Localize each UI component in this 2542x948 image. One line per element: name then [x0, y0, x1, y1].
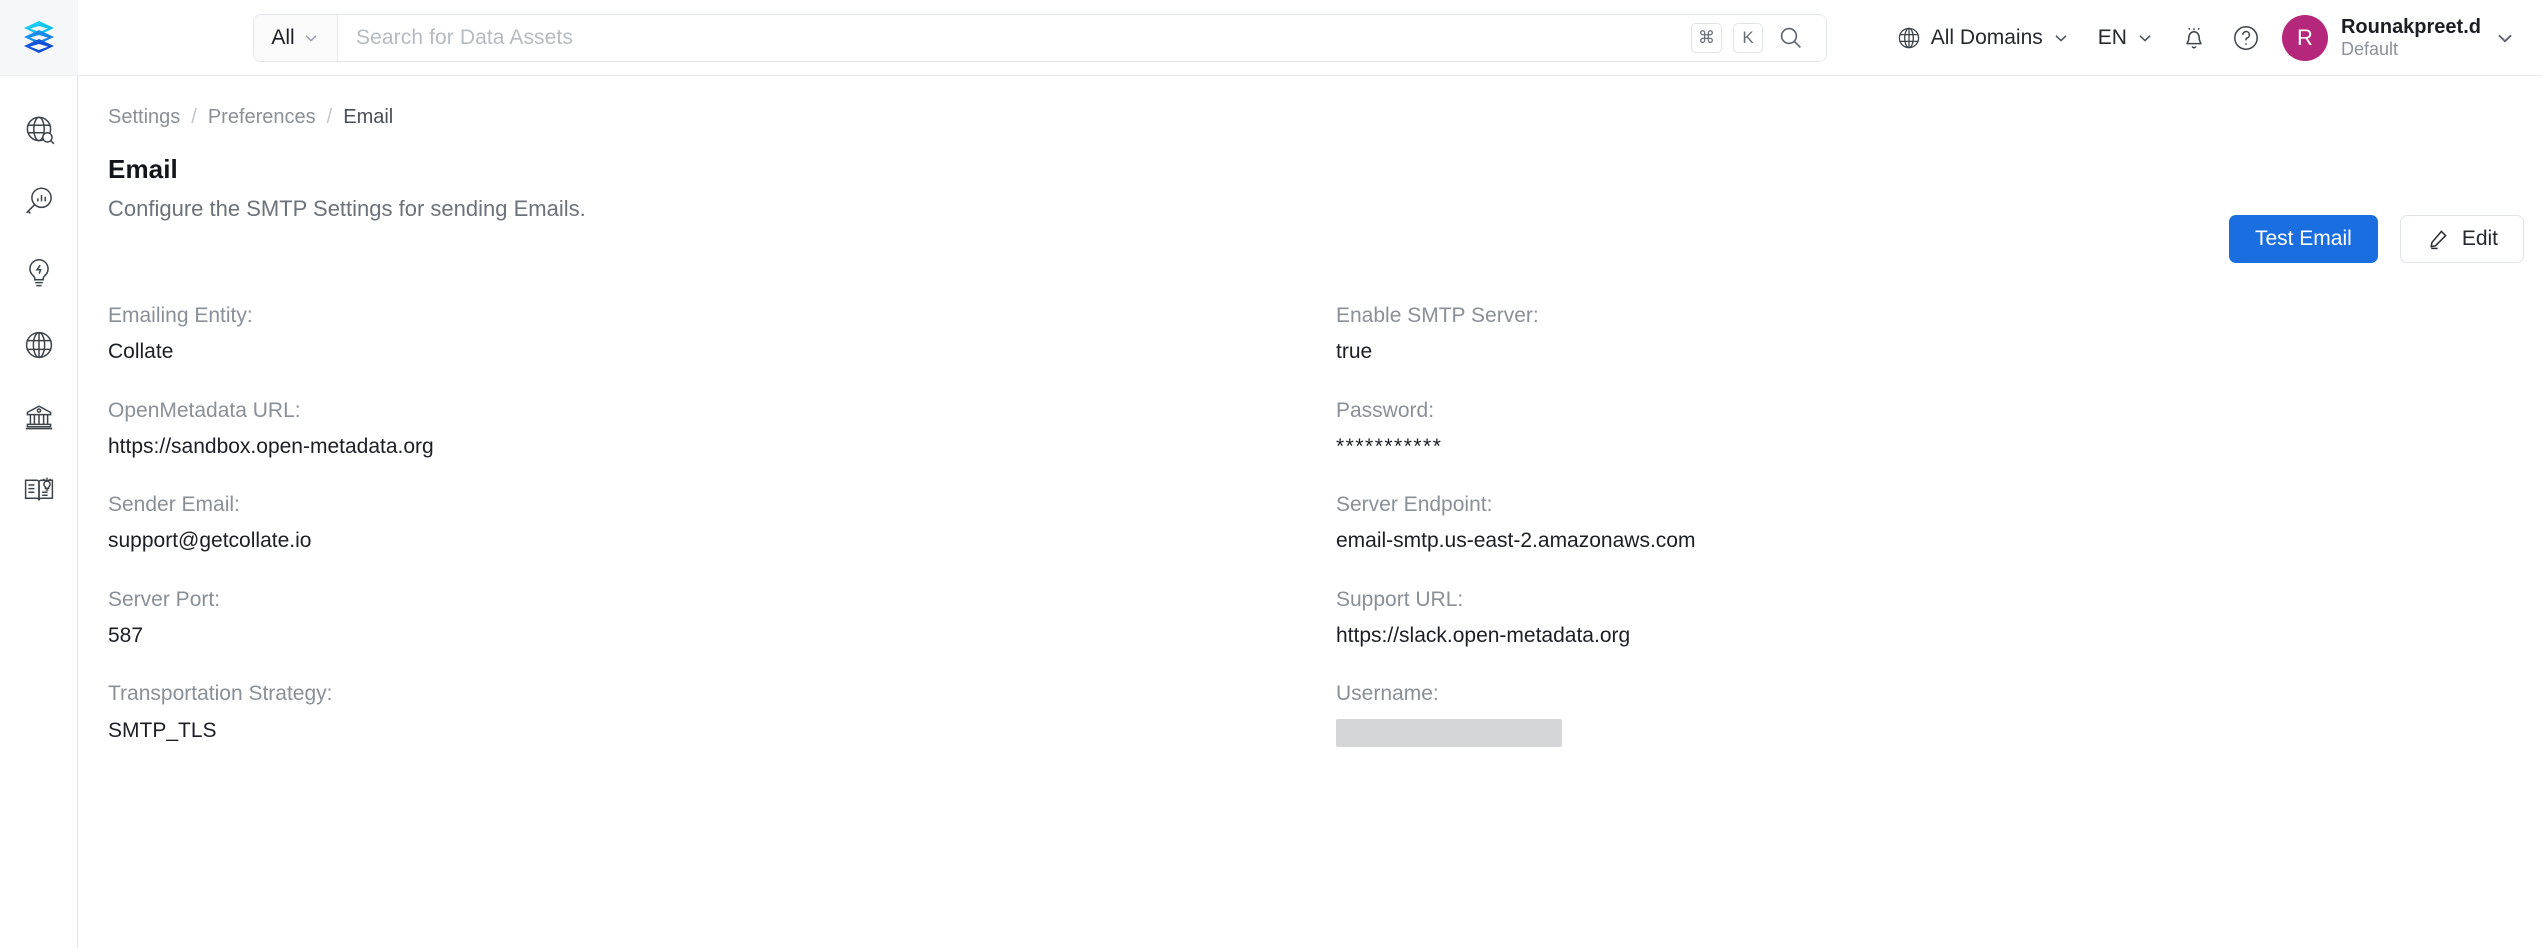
field-value: Collate: [108, 340, 174, 364]
field-value: email-smtp.us-east-2.amazonaws.com: [1336, 529, 1696, 553]
breadcrumb-separator: /: [191, 106, 197, 128]
breadcrumb-item-settings[interactable]: Settings: [108, 106, 180, 129]
search-scope-dropdown[interactable]: All: [254, 15, 338, 61]
field-value: SMTP_TLS: [108, 718, 217, 742]
field-label: Transportation Strategy:: [108, 682, 333, 706]
breadcrumb: Settings / Preferences / Email: [108, 106, 393, 129]
field-label: Password:: [1336, 398, 1435, 422]
chevron-down-icon: [2498, 34, 2512, 43]
breadcrumb-item-email: Email: [343, 106, 394, 128]
sidebar-item-knowledge-center[interactable]: [12, 462, 66, 516]
top-header: All Search for Data Assets ⌘ K All Domai…: [78, 0, 2542, 76]
field-transportation-strategy: Transportation Strategy: SMTP_TLS: [108, 680, 1336, 744]
field-value-redacted: [1336, 718, 1562, 747]
field-label: Enable SMTP Server:: [1336, 304, 1539, 327]
field-value: https://sandbox.open-metadata.org: [108, 434, 434, 458]
rail-item-list: [12, 102, 66, 516]
left-nav-rail: [0, 0, 78, 948]
field-label: Server Port:: [108, 587, 221, 611]
field-support-url: Support URL: https://slack.open-metadata…: [1336, 586, 2498, 650]
search-shortcut-group: ⌘ K: [1691, 15, 1826, 61]
edit-button-label: Edit: [2461, 227, 2498, 250]
test-email-button[interactable]: Test Email: [2228, 215, 2378, 263]
field-label: OpenMetadata URL:: [108, 398, 301, 422]
user-profile-menu[interactable]: R Rounakpreet.d Default: [2272, 9, 2524, 67]
app-root: All Search for Data Assets ⌘ K All Domai…: [0, 0, 2542, 948]
help-circle-icon: [2234, 26, 2258, 50]
field-label: Server Endpoint:: [1336, 493, 1493, 517]
search-icon[interactable]: [1774, 21, 1808, 55]
sidebar-item-explore[interactable]: [12, 102, 66, 156]
field-label: Support URL:: [1336, 587, 1464, 611]
app-logo[interactable]: [0, 0, 78, 76]
chevron-down-icon: [2139, 35, 2151, 42]
breadcrumb-item-preferences[interactable]: Preferences: [208, 106, 316, 129]
globe-search-icon: [26, 116, 54, 145]
domain-selector-label: All Domains: [1930, 26, 2043, 49]
field-server-port: Server Port: 587: [108, 586, 1336, 650]
bank-icon: [25, 405, 52, 430]
pencil-icon: [2430, 230, 2447, 250]
magnifier-chart-icon: [25, 187, 52, 214]
page-actions: Test Email Edit: [2228, 215, 2524, 263]
globe-icon: [25, 331, 52, 359]
avatar: R: [2281, 15, 2328, 61]
field-password: Password: ***********: [1336, 397, 2498, 461]
sidebar-item-insights[interactable]: [12, 174, 66, 228]
bell-icon: [2186, 27, 2202, 49]
lightbulb-bolt-icon: [28, 259, 49, 287]
search-scope-label: All: [271, 26, 295, 49]
globe-icon: [1898, 27, 1919, 49]
settings-column-right: Enable SMTP Server: true Password: *****…: [1336, 302, 2498, 778]
help-button[interactable]: [2220, 12, 2272, 64]
field-server-endpoint: Server Endpoint: email-smtp.us-east-2.am…: [1336, 491, 2498, 555]
sidebar-item-automations[interactable]: [12, 246, 66, 300]
stacked-layers-logo-icon: [23, 20, 54, 53]
search-placeholder: Search for Data Assets: [356, 26, 573, 49]
field-sender-email: Sender Email: support@getcollate.io: [108, 491, 1336, 555]
profile-persona: Default: [2340, 39, 2399, 60]
domain-selector[interactable]: All Domains: [1882, 17, 2084, 59]
chevron-down-icon: [305, 35, 317, 42]
sidebar-item-governance[interactable]: [12, 390, 66, 444]
field-emailing-entity: Emailing Entity: Collate: [108, 302, 1336, 366]
avatar-initial: R: [2297, 25, 2313, 50]
search-input[interactable]: Search for Data Assets: [338, 15, 1691, 61]
breadcrumb-separator: /: [326, 106, 333, 128]
page-title: Email: [108, 154, 178, 184]
shortcut-modifier-key: ⌘: [1691, 23, 1722, 53]
field-label: Sender Email:: [108, 493, 240, 517]
language-selector[interactable]: EN: [2084, 18, 2168, 58]
field-value: support@getcollate.io: [108, 529, 312, 553]
main-content: Settings / Preferences / Email Email Con…: [78, 76, 2542, 948]
smtp-settings-grid: Emailing Entity: Collate OpenMetadata UR…: [108, 302, 2498, 778]
field-value-masked: ***********: [1336, 434, 1443, 458]
field-label: Emailing Entity:: [108, 304, 253, 327]
global-search[interactable]: All Search for Data Assets ⌘ K: [253, 14, 1827, 62]
language-selector-label: EN: [2097, 26, 2127, 49]
field-value: https://slack.open-metadata.org: [1336, 624, 1631, 648]
page-header: Email Configure the SMTP Settings for se…: [108, 154, 586, 222]
notifications-button[interactable]: [2168, 12, 2220, 64]
page-subtitle: Configure the SMTP Settings for sending …: [108, 196, 586, 221]
field-openmetadata-url: OpenMetadata URL: https://sandbox.open-m…: [108, 397, 1336, 461]
field-enable-smtp-server: Enable SMTP Server: true: [1336, 302, 2498, 366]
chevron-down-icon: [2055, 35, 2067, 42]
field-value: true: [1336, 340, 1373, 364]
field-username: Username:: [1336, 680, 2498, 747]
shortcut-letter-key: K: [1733, 23, 1763, 53]
profile-text: Rounakpreet.d Default: [2341, 16, 2481, 61]
open-book-lightbulb-icon: [24, 477, 53, 501]
profile-name: Rounakpreet.d: [2340, 15, 2481, 38]
sidebar-item-domains[interactable]: [12, 318, 66, 372]
field-value: 587: [108, 624, 144, 648]
edit-button[interactable]: Edit: [2399, 215, 2524, 263]
settings-column-left: Emailing Entity: Collate OpenMetadata UR…: [108, 302, 1336, 778]
field-label: Username:: [1336, 682, 1439, 706]
header-actions: All Domains EN R Rounakpreet.d Default: [1882, 0, 2524, 76]
